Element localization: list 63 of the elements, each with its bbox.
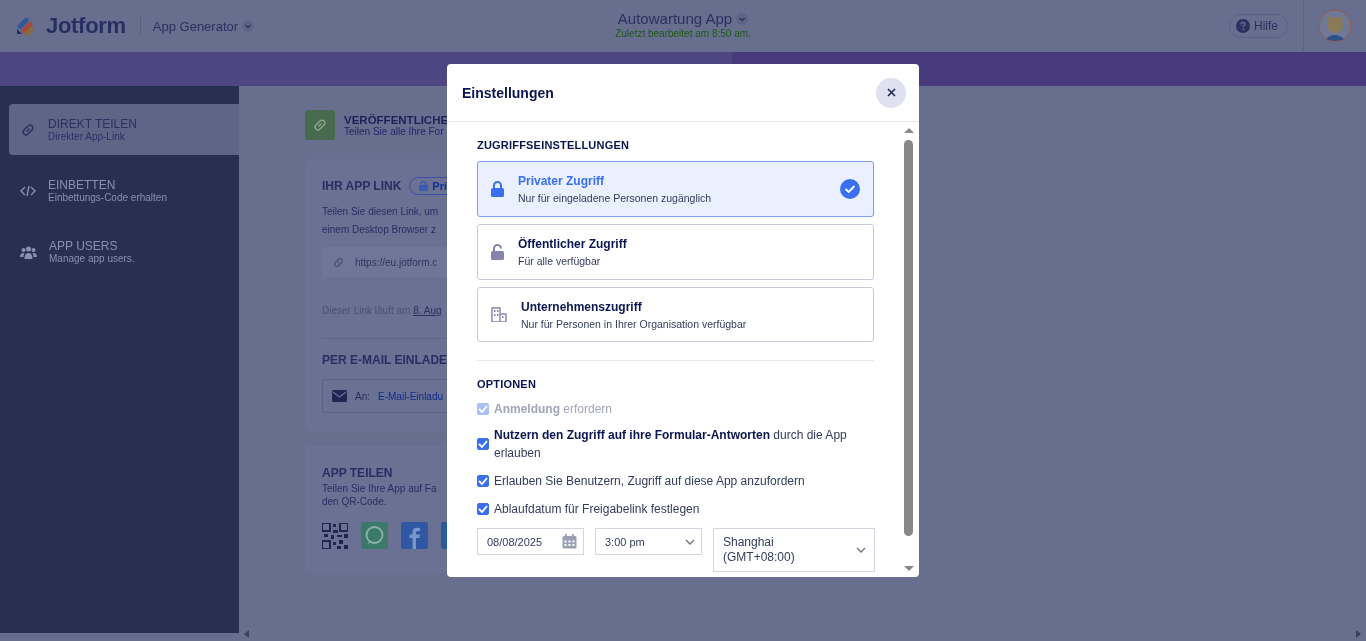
chevron-down-icon: [685, 538, 695, 545]
access-option[interactable]: Privater Zugriff Nur für eingeladene Personen zugänglich: [477, 161, 874, 217]
access-option[interactable]: Öffentlicher Zugriff Für alle verfügbar: [477, 224, 874, 280]
publish-title: VERÖFFENTLICHE: [344, 113, 449, 126]
product-dropdown[interactable]: App Generator: [152, 18, 255, 34]
close-button[interactable]: [876, 77, 906, 108]
envelope-icon: [332, 390, 347, 402]
sidebar-item-subtitle: Einbettungs-Code erhalten: [48, 192, 167, 203]
access-option[interactable]: Unternehmenszugriff Nur für Personen in Ihrer Organisation verfügbar: [477, 287, 874, 342]
whatsapp-icon[interactable]: [361, 522, 388, 549]
check-icon: [840, 179, 860, 199]
checkbox[interactable]: [477, 503, 489, 515]
avatar-icon[interactable]: [1318, 9, 1352, 43]
checkbox[interactable]: [477, 438, 489, 450]
access-option-description: Nur für Personen in Ihrer Organisation verfügbar: [521, 317, 748, 330]
access-option-description: Nur für eingeladene Personen zugänglich: [518, 192, 713, 204]
calendar-icon: [562, 534, 577, 549]
card-description: Teilen Sie diesen Link, um: [322, 205, 440, 219]
link-icon: [20, 121, 36, 138]
card-title: APP TEILEN: [322, 466, 394, 480]
caret-icon: [736, 12, 749, 25]
publish-subtitle: Teilen Sie alle Ihre For: [344, 125, 445, 137]
link-icon: [305, 110, 335, 140]
card-description: den QR-Code.: [322, 495, 388, 508]
section-heading: OPTIONEN: [477, 378, 538, 390]
access-option-title: Unternehmenszugriff: [521, 299, 643, 314]
unlocked-lock-icon: [491, 244, 504, 260]
help-icon: [1236, 19, 1250, 33]
section-heading: ZUGRIFFSEINSTELLUNGEN: [477, 139, 631, 151]
sidebar-item[interactable]: APP USERS Manage app users.: [9, 226, 239, 277]
expiry-date-link[interactable]: 8. Aug: [413, 305, 442, 316]
date-field[interactable]: 08/08/2025: [477, 528, 584, 555]
option-label: Nutzern den Zugriff auf ihre Formular-Antworten durch die App erlauben: [494, 427, 848, 462]
caret-icon: [242, 20, 255, 32]
card-description: einem Desktop Browser z: [322, 223, 437, 237]
access-option-description: Für alle verfügbar: [518, 255, 602, 267]
sidebar-item[interactable]: EINBETTEN Einbettungs-Code erhalten: [9, 165, 239, 216]
app-title-dropdown[interactable]: Autowartung App: [617, 10, 749, 27]
email-input[interactable]: E-Mail-Einladu: [378, 390, 458, 402]
dialog-title: Einstellungen: [462, 84, 554, 101]
lock-icon: [491, 181, 504, 197]
option-label: Erlauben Sie Benutzern, Zugriff auf diese App anzufordern: [494, 473, 806, 490]
link-icon: [332, 255, 345, 269]
time-dropdown[interactable]: 3:00 pm: [595, 528, 702, 555]
access-option-title: Privater Zugriff: [518, 174, 605, 188]
card-title: IHR APP LINK: [322, 179, 402, 193]
to-label: An:: [355, 390, 370, 402]
logo-text[interactable]: Jotform: [46, 13, 126, 39]
sidebar-item-subtitle: Manage app users.: [49, 253, 135, 264]
qr-code-icon[interactable]: [322, 522, 348, 549]
chevron-down-icon: [856, 547, 866, 553]
sidebar-item-title: APP USERS: [49, 239, 119, 253]
building-icon: [491, 307, 507, 322]
checkbox[interactable]: [477, 475, 489, 487]
option-label: Anmeldung erfordern: [494, 401, 614, 418]
timezone-dropdown[interactable]: Shanghai (GMT+08:00): [713, 528, 875, 572]
card-title: PER E-MAIL EINLADE: [322, 353, 449, 367]
last-edited-text: Zuletzt bearbeitet am 8:50 am.: [615, 28, 751, 39]
access-option-title: Öffentlicher Zugriff: [518, 237, 628, 251]
option-label: Ablaufdatum für Freigabelink festlegen: [494, 501, 701, 518]
close-icon: [886, 88, 896, 97]
sidebar-item-title: EINBETTEN: [48, 178, 117, 192]
facebook-icon[interactable]: [401, 522, 428, 549]
